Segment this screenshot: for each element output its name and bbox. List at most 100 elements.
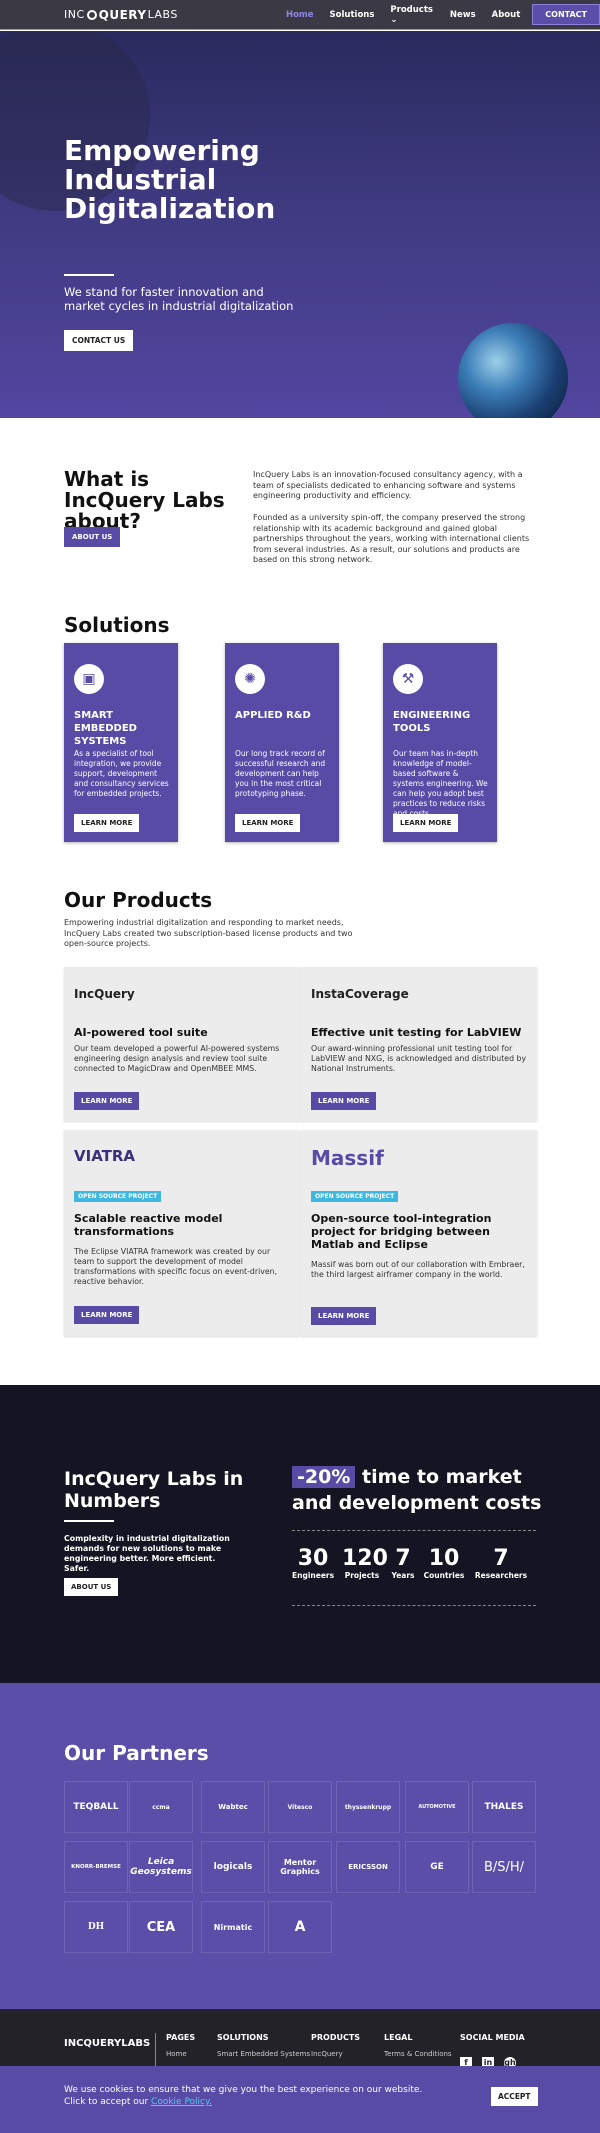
stat-engineers: 30 Engineers xyxy=(292,1547,335,1581)
about-us-button[interactable]: ABOUT US xyxy=(64,527,121,547)
hero-subtitle: We stand for faster innovation and marke… xyxy=(64,285,294,313)
chip-icon: ▣ xyxy=(74,664,104,694)
partner-logo: Mentor Graphics xyxy=(268,1841,332,1893)
learn-more-button[interactable]: LEARN MORE xyxy=(74,814,140,832)
numbers-section: IncQuery Labs in Numbers Complexity in i… xyxy=(0,1385,600,1683)
cookie-policy-link[interactable]: Cookie Policy. xyxy=(151,2097,212,2107)
products-intro: Empowering industrial digitalization and… xyxy=(64,918,353,948)
footer-link[interactable]: Terms & Conditions xyxy=(384,2050,452,2058)
highlight-percent: -20% xyxy=(292,1466,356,1488)
stat-value: 10 xyxy=(428,1546,460,1571)
product-title: Open-source tool-integration project for… xyxy=(311,1212,492,1251)
numbers-divider xyxy=(64,1520,114,1522)
product-title: Scalable reactive model transformations xyxy=(74,1212,223,1238)
solution-card-embedded: ▣ SMART EMBEDDED SYSTEMS As a specialist… xyxy=(64,643,178,842)
nav-about[interactable]: About xyxy=(484,10,529,20)
solution-card-text: Our team has in-depth knowledge of model… xyxy=(393,749,488,818)
solutions-heading: Solutions xyxy=(64,613,170,637)
accept-cookies-button[interactable]: ACCEPT xyxy=(491,2087,538,2106)
hero-contact-button[interactable]: CONTACT US xyxy=(64,330,134,351)
viatra-logo: VIATRA xyxy=(74,1147,136,1165)
solution-card-text: As a specialist of tool integration, we … xyxy=(74,749,169,798)
top-navbar: INC QUERY LABS Home Solutions Products ⌄ N… xyxy=(0,0,600,30)
open-source-badge: OPEN SOURCE PROJECT xyxy=(311,1191,399,1202)
about-heading: What is IncQuery Labs about? xyxy=(64,467,225,533)
logo-part: INC xyxy=(64,8,85,21)
numbers-heading: IncQuery Labs in Numbers xyxy=(64,1468,244,1512)
footer-heading: PRODUCTS xyxy=(311,2033,361,2042)
partner-logo: Wabtec xyxy=(201,1781,265,1833)
cookie-banner: We use cookies to ensure that we give yo… xyxy=(0,2066,600,2133)
footer-heading: PAGES xyxy=(166,2033,196,2042)
product-title: AI-powered tool suite xyxy=(74,1026,208,1039)
cookie-message: We use cookies to ensure that we give yo… xyxy=(64,2085,423,2107)
footer-link[interactable]: Smart Embedded Systems xyxy=(217,2050,310,2058)
learn-more-button[interactable]: LEARN MORE xyxy=(235,814,301,832)
site-logo[interactable]: INC QUERY LABS xyxy=(64,8,228,22)
instacoverage-logo: InstaCoverage xyxy=(311,987,409,1001)
hero-title: Empowering Industrial Digitalization xyxy=(64,134,276,225)
solution-card-title: SMART EMBEDDED SYSTEMS xyxy=(74,710,137,747)
footer-heading: SOCIAL MEDIA xyxy=(460,2033,525,2042)
partners-section: Our Partners TEQBALL ccma Wabtec Vitesco… xyxy=(0,1683,600,2009)
partner-logo: TEQBALL xyxy=(64,1781,128,1833)
nav-solutions[interactable]: Solutions xyxy=(322,10,383,20)
partner-logo: KNORR-BREMSE xyxy=(64,1841,128,1893)
products-heading: Our Products xyxy=(64,888,213,912)
stat-label: Years xyxy=(391,1571,415,1580)
brain-icon: ✺ xyxy=(235,664,265,694)
stat-label: Projects xyxy=(344,1571,380,1580)
partner-logo: AUTOMOTIVE xyxy=(405,1781,469,1833)
hero-divider xyxy=(64,274,114,276)
hero-section: Empowering Industrial Digitalization We … xyxy=(0,31,600,418)
partners-heading: Our Partners xyxy=(64,1741,209,1765)
solution-card-text: Our long track record of successful rese… xyxy=(235,749,326,798)
open-source-badge: OPEN SOURCE PROJECT xyxy=(74,1191,162,1202)
solution-card-tools: ⚒ ENGINEERING TOOLS Our team has in-dept… xyxy=(383,643,497,842)
nav-products[interactable]: Products ⌄ xyxy=(382,5,441,25)
nav-home[interactable]: Home xyxy=(278,10,322,20)
footer-col-legal: LEGAL Terms & Conditions xyxy=(384,2033,452,2058)
stat-label: Researchers xyxy=(474,1571,528,1580)
incquery-logo: IncQuery xyxy=(74,987,135,1001)
earth-graphic xyxy=(458,323,568,418)
partner-logo: A xyxy=(268,1901,332,1953)
solution-card-title: APPLIED R&D xyxy=(235,710,311,721)
partner-logo: Vitesco xyxy=(268,1781,332,1833)
stat-label: Engineers xyxy=(292,1571,335,1580)
stat-years: 7 Years xyxy=(389,1547,417,1581)
footer-link[interactable]: Home xyxy=(166,2050,195,2058)
partner-logo: CEA xyxy=(129,1901,193,1953)
footer-heading: LEGAL xyxy=(384,2033,413,2042)
nav-links: Home Solutions Products ⌄ News About xyxy=(278,5,528,25)
about-paragraph: IncQuery Labs is an innovation-focused c… xyxy=(253,470,523,500)
footer-heading: SOLUTIONS xyxy=(217,2033,269,2042)
partner-logo: Nirmatic xyxy=(201,1901,265,1953)
numbers-text: Complexity in industrial digitalization … xyxy=(64,1534,230,1573)
nav-news[interactable]: News xyxy=(442,10,484,20)
logo-q-icon xyxy=(86,9,97,20)
product-title: Effective unit testing for LabVIEW xyxy=(311,1026,522,1039)
footer-logo[interactable]: INCQUERYLABS xyxy=(64,2038,150,2049)
about-us-button[interactable]: ABOUT US xyxy=(64,1578,119,1596)
partner-logo: logicals xyxy=(201,1841,265,1893)
stat-projects: 120 Projects xyxy=(342,1547,388,1581)
stat-label: Countries xyxy=(423,1571,465,1580)
partner-logo: THALES xyxy=(472,1781,536,1833)
product-card-incquery: IncQuery AI-powered tool suite Our team … xyxy=(64,967,300,1121)
dashed-divider xyxy=(292,1605,536,1606)
partner-logo: GE xyxy=(405,1841,469,1893)
learn-more-button[interactable]: LEARN MORE xyxy=(311,1092,377,1110)
product-card-viatra: VIATRA OPEN SOURCE PROJECT Scalable reac… xyxy=(64,1130,300,1336)
learn-more-button[interactable]: LEARN MORE xyxy=(74,1092,140,1110)
wrench-icon: ⚒ xyxy=(393,664,423,694)
partner-logo: DH xyxy=(64,1901,128,1953)
footer-link[interactable]: IncQuery xyxy=(311,2050,360,2058)
learn-more-button[interactable]: LEARN MORE xyxy=(311,1307,377,1325)
nav-contact-button[interactable]: CONTACT xyxy=(532,4,600,25)
learn-more-button[interactable]: LEARN MORE xyxy=(74,1306,140,1324)
about-paragraph: Founded as a university spin-off, the co… xyxy=(253,513,530,564)
learn-more-button[interactable]: LEARN MORE xyxy=(393,814,459,832)
product-text: Our award-winning professional unit test… xyxy=(311,1044,527,1073)
product-card-instacoverage: InstaCoverage Effective unit testing for… xyxy=(301,967,537,1121)
